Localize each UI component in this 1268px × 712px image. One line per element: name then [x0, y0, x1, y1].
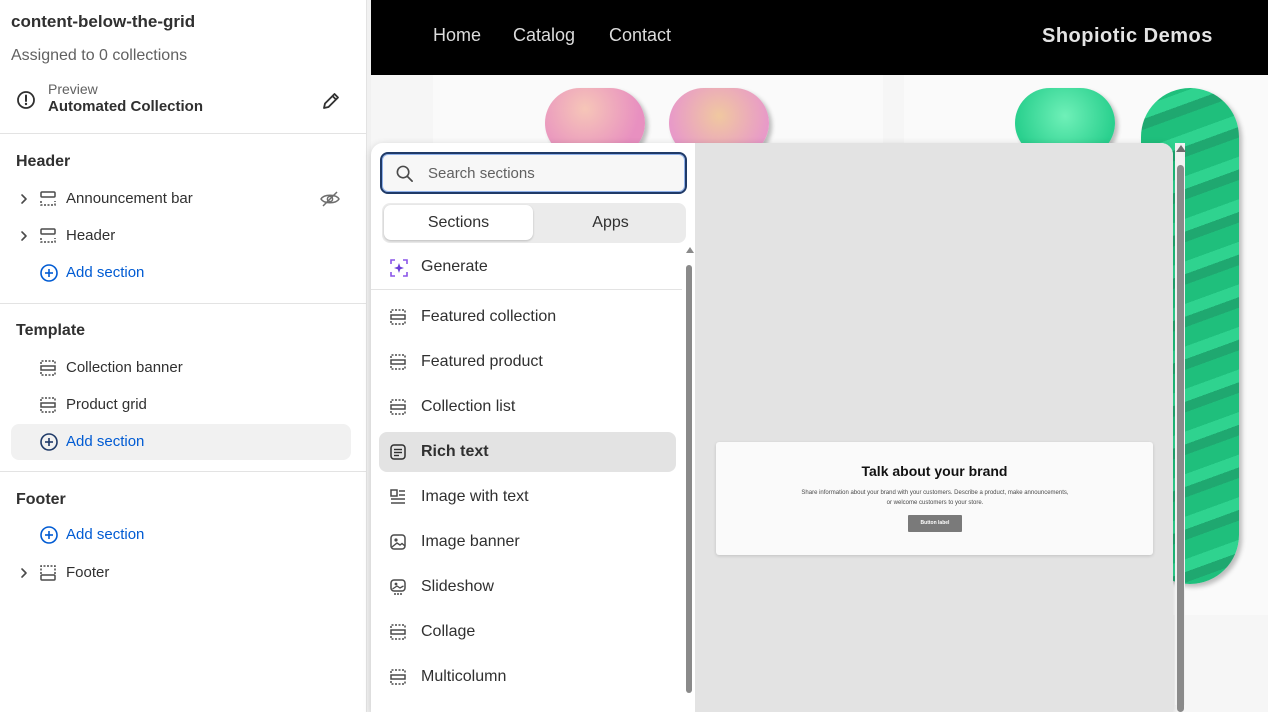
section-label: Announcement bar	[66, 190, 193, 207]
section-option-slideshow[interactable]: Slideshow	[379, 567, 676, 607]
generate-label: Generate	[421, 258, 488, 275]
section-footer[interactable]: Footer	[11, 555, 351, 591]
group-title-header: Header	[16, 153, 71, 170]
image-text-icon	[390, 489, 405, 504]
section-icon	[40, 360, 56, 376]
search-input[interactable]	[428, 162, 678, 184]
eye-hidden-icon[interactable]	[319, 189, 341, 209]
section-label: Product grid	[66, 396, 147, 413]
preview-heading: Talk about your brand	[861, 463, 1008, 479]
section-icon	[390, 624, 406, 640]
section-list-scrollbar[interactable]	[686, 247, 694, 712]
pencil-icon[interactable]	[320, 90, 342, 112]
preview-value: Automated Collection	[48, 98, 204, 115]
section-product-grid[interactable]: Product grid	[11, 387, 351, 423]
slideshow-icon	[390, 579, 406, 595]
group-title-footer: Footer	[16, 491, 66, 508]
add-section-popover: Sections Apps Generate Featured collecti…	[371, 143, 1173, 712]
section-icon	[390, 669, 406, 685]
info-icon	[17, 91, 35, 109]
section-label: Footer	[66, 564, 110, 581]
add-section-footer-button[interactable]: Add section	[11, 517, 351, 553]
section-option-label: Featured product	[421, 353, 543, 370]
chevron-right-icon[interactable]	[17, 566, 31, 580]
section-option-featured-collection[interactable]: Featured collection	[379, 297, 676, 337]
nav-link-home[interactable]: Home	[433, 25, 481, 46]
section-label: Header	[66, 227, 116, 244]
section-icon	[390, 354, 406, 370]
section-option-multicolumn[interactable]: Multicolumn	[379, 657, 676, 697]
add-section-label: Add section	[66, 264, 145, 281]
section-option-label: Slideshow	[421, 578, 494, 595]
tab-apps[interactable]: Apps	[536, 205, 685, 240]
scroll-up-arrow-icon[interactable]	[686, 247, 694, 253]
chevron-right-icon[interactable]	[17, 192, 31, 206]
section-option-label: Image banner	[421, 533, 520, 550]
search-box[interactable]	[380, 152, 687, 194]
section-icon	[390, 399, 406, 415]
scrollbar-thumb[interactable]	[686, 265, 692, 693]
section-option-label: Collage	[421, 623, 476, 640]
section-option-image-with-text[interactable]: Image with text	[379, 477, 676, 517]
section-icon	[40, 191, 56, 206]
add-section-template-button[interactable]: Add section	[11, 424, 351, 460]
sparkle-icon	[390, 259, 408, 277]
section-header[interactable]: Header	[11, 218, 351, 254]
section-option-label: Multicolumn	[421, 668, 507, 685]
section-option-label: Rich text	[421, 443, 489, 460]
section-option-label: Image with text	[421, 488, 529, 505]
assigned-collections: Assigned to 0 collections	[11, 47, 188, 64]
search-icon	[396, 165, 413, 182]
section-icon	[390, 309, 406, 325]
text-block-icon	[390, 444, 406, 460]
group-title-template: Template	[16, 322, 86, 339]
section-label: Collection banner	[66, 359, 183, 376]
add-section-header-button[interactable]: Add section	[11, 255, 351, 291]
section-icon	[40, 228, 56, 243]
preview-body-line: Share information about your brand with …	[801, 490, 1069, 496]
rich-text-preview-card: Talk about your brand Share information …	[716, 442, 1153, 555]
preview-label: Preview	[48, 81, 98, 97]
section-collection-banner[interactable]: Collection banner	[11, 350, 351, 386]
section-option-collection-list[interactable]: Collection list	[379, 387, 676, 427]
section-option-collage[interactable]: Collage	[379, 612, 676, 652]
divider	[371, 289, 682, 290]
preview-button: Button label	[908, 515, 962, 532]
nav-link-catalog[interactable]: Catalog	[513, 25, 575, 46]
preview-scrollbar[interactable]	[1175, 143, 1186, 712]
generate-button[interactable]: Generate	[379, 249, 679, 287]
plus-circle-icon	[40, 526, 58, 544]
preview-body: Share information about your brand with …	[790, 488, 1080, 508]
plus-circle-icon	[40, 264, 58, 282]
add-section-label: Add section	[66, 433, 145, 450]
add-section-label: Add section	[66, 526, 145, 543]
section-announcement-bar[interactable]: Announcement bar	[11, 181, 351, 217]
section-type-tabs: Sections Apps	[382, 203, 686, 243]
divider	[0, 471, 366, 472]
preview-body-line: or welcome customers to your store.	[886, 500, 984, 506]
tab-sections[interactable]: Sections	[384, 205, 533, 240]
editor-sidebar: content-below-the-grid Assigned to 0 col…	[0, 0, 367, 712]
chevron-right-icon[interactable]	[17, 229, 31, 243]
section-preview-pane: Talk about your brand Share information …	[695, 143, 1173, 712]
template-name: content-below-the-grid	[11, 12, 196, 31]
divider	[0, 303, 366, 304]
section-icon	[40, 565, 56, 581]
scrollbar-thumb[interactable]	[1177, 165, 1184, 712]
store-brand[interactable]: Shopiotic Demos	[1042, 25, 1213, 48]
image-icon	[390, 534, 406, 550]
nav-link-contact[interactable]: Contact	[609, 25, 671, 46]
scroll-up-arrow-icon[interactable]	[1176, 145, 1186, 152]
section-option-image-banner[interactable]: Image banner	[379, 522, 676, 562]
section-option-label: Featured collection	[421, 308, 557, 325]
preview-selector[interactable]: Preview Automated Collection	[0, 78, 366, 134]
plus-circle-icon	[40, 433, 58, 451]
section-icon	[40, 397, 56, 413]
section-option-label: Collection list	[421, 398, 516, 415]
section-option-featured-product[interactable]: Featured product	[379, 342, 676, 382]
section-option-rich-text[interactable]: Rich text	[379, 432, 676, 472]
store-navbar: Home Catalog Contact Shopiotic Demos	[371, 0, 1268, 75]
